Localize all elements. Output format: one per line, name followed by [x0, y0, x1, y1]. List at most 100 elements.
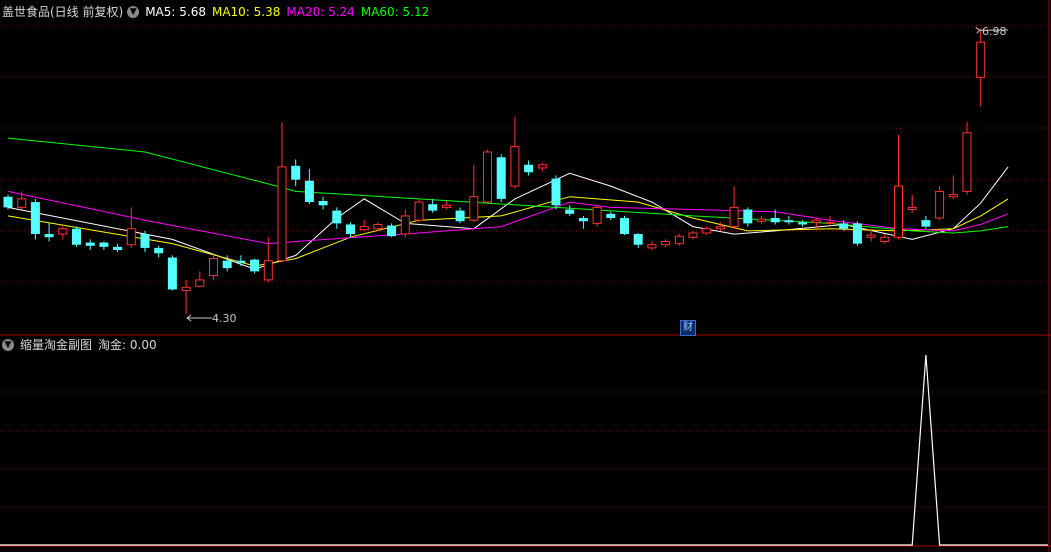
candle — [209, 254, 218, 280]
candle-body — [852, 223, 862, 244]
candle — [633, 232, 643, 248]
candle-body — [167, 257, 177, 290]
candle — [606, 211, 616, 221]
candle-body — [962, 132, 972, 192]
candle-body — [428, 204, 438, 211]
kline-chart[interactable] — [0, 0, 1051, 552]
candle — [537, 162, 547, 172]
chart-annotations — [186, 26, 1009, 322]
candle-body — [318, 201, 328, 206]
candle-body — [99, 242, 109, 247]
candle — [469, 164, 479, 223]
finance-event-marker[interactable]: 财 — [680, 320, 696, 336]
candle — [359, 220, 369, 231]
candle-body — [17, 198, 27, 208]
candle-body — [894, 185, 903, 238]
taojin-indicator-series — [0, 354, 1048, 546]
candle — [551, 175, 561, 210]
candle-body — [181, 286, 191, 292]
candle-body — [921, 220, 931, 227]
candle-body — [195, 279, 205, 287]
taojin-value-label: 淘金: 0.00 — [98, 338, 157, 352]
candle-body — [510, 146, 520, 187]
candle — [140, 230, 150, 253]
candle-body — [606, 213, 616, 219]
sub-panel-header: ▼ 缩量淘金副图 淘金: 0.00 — [2, 336, 163, 354]
candle-body — [346, 224, 355, 235]
candle-body — [647, 244, 657, 249]
candle-body — [85, 242, 95, 246]
candle — [277, 122, 287, 262]
main-panel-header: 盖世食品(日线 前复权) ▼ MA5: 5.68 MA10: 5.38 MA20… — [2, 3, 435, 21]
candle — [743, 207, 753, 227]
candle-body — [839, 223, 849, 229]
candle — [195, 271, 205, 288]
high-price-label: 6.98 — [982, 25, 1007, 38]
candle-body — [770, 218, 780, 223]
candle-body — [565, 209, 575, 214]
candle-body — [30, 202, 40, 235]
candle-body — [140, 234, 150, 248]
candle-body — [948, 194, 958, 198]
candle — [729, 186, 739, 229]
candle-body — [551, 178, 561, 206]
candle-body — [674, 235, 684, 245]
candle-body — [387, 225, 397, 237]
ma10-label: MA10: 5.38 — [211, 5, 281, 19]
candle-body — [126, 228, 136, 246]
candle-body — [113, 246, 123, 251]
candle-body — [976, 41, 986, 78]
candle — [154, 245, 164, 258]
candle-body — [757, 218, 766, 222]
candle — [674, 234, 684, 246]
candle-body — [880, 236, 890, 243]
candle — [483, 149, 492, 205]
candle-body — [291, 165, 301, 180]
candle-body — [592, 206, 602, 224]
ma-menu-chevron-icon[interactable]: ▼ — [127, 6, 140, 18]
candle — [976, 28, 986, 107]
candle — [263, 237, 273, 283]
candle-body — [277, 166, 287, 262]
candle-body — [455, 210, 465, 222]
candle-body — [633, 234, 643, 245]
candle — [30, 198, 40, 240]
candle — [496, 154, 506, 203]
candle-body — [935, 190, 945, 219]
candle — [935, 186, 945, 221]
candle — [387, 223, 397, 238]
candle — [44, 223, 54, 242]
candle — [72, 226, 81, 247]
candle-body — [811, 219, 821, 223]
candle — [948, 175, 958, 199]
candle-body — [825, 221, 835, 224]
candle — [894, 134, 903, 240]
candle — [441, 201, 451, 210]
indicator-menu-chevron-icon[interactable]: ▼ — [2, 339, 14, 351]
candle — [661, 239, 671, 247]
candle-body — [414, 201, 424, 221]
candle-body — [373, 223, 383, 230]
candle-body — [72, 228, 81, 245]
candle — [702, 226, 712, 236]
candle-body — [907, 206, 917, 211]
candle — [85, 239, 95, 251]
candle — [113, 243, 123, 253]
candle — [332, 207, 342, 229]
candle-body — [784, 220, 794, 223]
candle-body — [441, 204, 451, 208]
candle — [291, 159, 301, 187]
ma5-line — [7, 166, 1009, 270]
candle-body — [469, 196, 479, 221]
ma20-label: MA20: 5.24 — [286, 5, 355, 19]
candle-body — [236, 260, 246, 263]
candle — [455, 207, 465, 224]
candle-body — [578, 218, 588, 222]
candle-body — [496, 157, 506, 199]
candle-body — [209, 258, 218, 277]
candle-body — [715, 226, 725, 230]
candle — [921, 215, 931, 229]
candle — [3, 194, 13, 210]
candle — [250, 258, 260, 274]
candle — [400, 209, 410, 238]
